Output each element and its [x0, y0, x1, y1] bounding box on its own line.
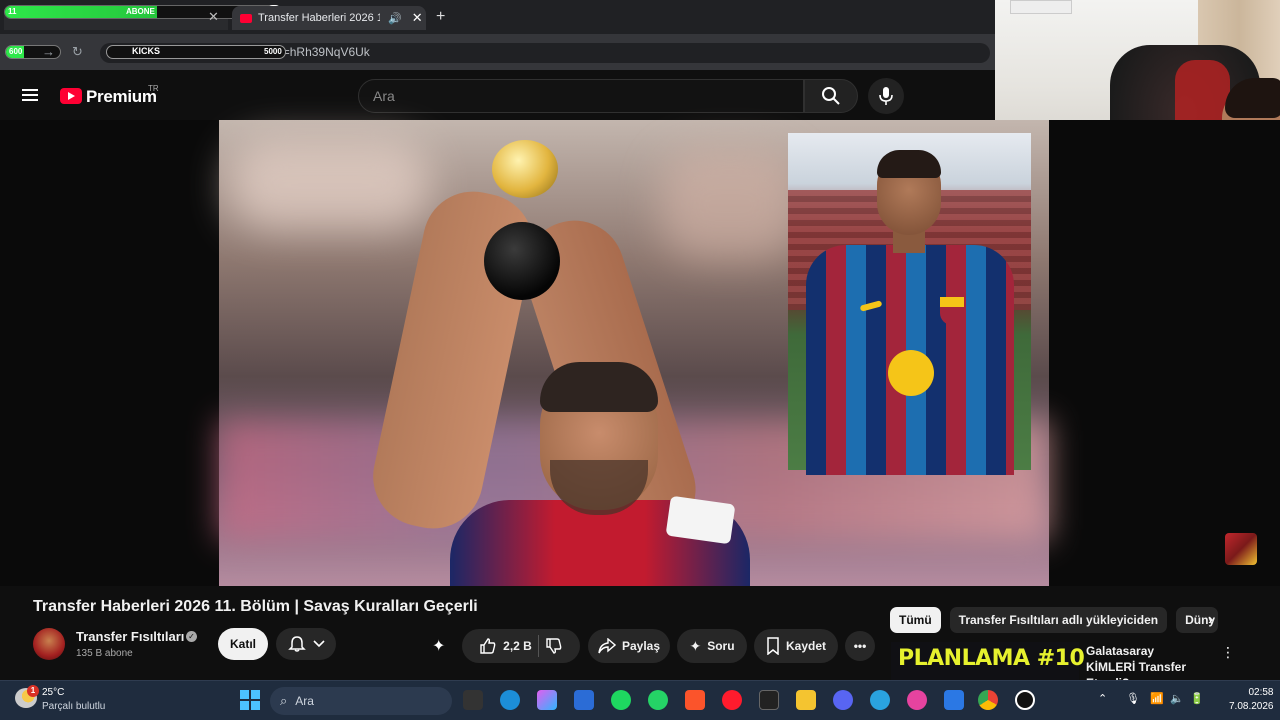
recommended-thumbnail-text: PLANLAMA #10: [898, 646, 1085, 671]
chip-all[interactable]: Tümü: [890, 607, 941, 633]
join-button[interactable]: Katıl: [218, 628, 268, 660]
menu-icon[interactable]: [22, 89, 38, 101]
ai-sparkle-icon[interactable]: ✦: [432, 636, 445, 656]
opera-icon[interactable]: [722, 690, 742, 710]
youtube-favicon-icon: [240, 13, 252, 23]
battery-icon[interactable]: 🔋: [1190, 692, 1204, 705]
tab-2-active[interactable]: Transfer Haberleri 2026 11. 🔊 ✕: [232, 6, 426, 30]
search-icon: [822, 87, 840, 105]
video-title: Transfer Haberleri 2026 11. Bölüm | Sava…: [33, 598, 478, 615]
kebab-menu-icon[interactable]: ⋮: [1221, 644, 1235, 661]
wifi-icon[interactable]: 📶: [1150, 692, 1164, 705]
save-button[interactable]: Kaydet: [754, 629, 838, 663]
bell-icon: [287, 636, 306, 652]
trophy-base: [484, 222, 560, 300]
edge-icon[interactable]: [500, 690, 520, 710]
webcam-ac-unit: [1010, 0, 1072, 14]
like-icon[interactable]: [479, 637, 497, 655]
trophy-ball: [492, 140, 558, 198]
microphone-icon: [879, 87, 893, 105]
like-count[interactable]: 2,2 B: [503, 639, 532, 653]
bookmark-icon: [767, 637, 779, 655]
microphone-tray-icon[interactable]: 🎙: [1126, 692, 1140, 705]
logo-country: TR: [148, 84, 159, 93]
kicks-target: 5000: [264, 47, 282, 56]
channel-name[interactable]: Transfer Fısıltıları: [76, 629, 184, 644]
inset-player-hair: [877, 150, 941, 178]
discord-icon[interactable]: [833, 690, 853, 710]
video-bokeh: [230, 140, 430, 230]
dislike-icon[interactable]: [545, 637, 563, 655]
voice-search-button[interactable]: [868, 78, 904, 114]
video-bokeh: [660, 150, 800, 260]
abone-progress-label: ABONE: [126, 7, 155, 16]
chrome-icon[interactable]: [978, 690, 998, 710]
tab-2-close-icon[interactable]: ✕: [412, 10, 423, 26]
temperature[interactable]: 25°C: [42, 687, 64, 698]
channel-avatar[interactable]: [33, 628, 65, 660]
forward-icon[interactable]: →: [42, 44, 55, 59]
windows-start-icon[interactable]: [240, 690, 260, 710]
tab-1-close-icon[interactable]: ✕: [208, 9, 219, 25]
share-button[interactable]: Paylaş: [588, 629, 670, 663]
overlay-600-label: 600: [9, 47, 23, 56]
youtube-play-icon: [68, 92, 75, 100]
tab-2-title: Transfer Haberleri 2026 11.: [258, 12, 380, 24]
logo-text[interactable]: Premium: [86, 87, 157, 107]
verified-icon: ✓: [186, 631, 197, 642]
ask-label: Soru: [707, 639, 735, 653]
taskbar: [0, 680, 1280, 720]
subscriber-count: 135 B abone: [76, 648, 133, 659]
app-icon[interactable]: [574, 690, 594, 710]
taskbar-search[interactable]: ⌕ Ara: [270, 687, 452, 715]
weather-condition[interactable]: Parçalı bulutlu: [42, 701, 105, 712]
video-player-hair: [540, 362, 658, 412]
filter-chips: Tümü Transfer Fısıltıları adlı yükleyici…: [890, 607, 1219, 633]
obs-icon[interactable]: [1015, 690, 1035, 710]
sparkle-icon: ✦: [689, 637, 702, 654]
weather-badge: 1: [27, 685, 39, 697]
subscribed-bell-button[interactable]: [276, 628, 336, 660]
time: 02:58: [1248, 687, 1274, 698]
telegram-icon[interactable]: [870, 690, 890, 710]
search-box[interactable]: [358, 79, 804, 113]
more-actions-icon[interactable]: •••: [845, 631, 875, 661]
save-label: Kaydet: [785, 639, 826, 653]
date: 7.08.2026: [1229, 701, 1274, 712]
share-label: Paylaş: [621, 639, 661, 653]
like-dislike-group: 2,2 B: [462, 629, 580, 663]
chevron-down-icon: [312, 640, 325, 648]
share-icon: [598, 638, 616, 654]
brave-icon[interactable]: [685, 690, 705, 710]
volume-icon[interactable]: 🔈: [1170, 692, 1184, 705]
chevron-right-icon[interactable]: ›: [1208, 611, 1213, 629]
new-tab-icon[interactable]: +: [436, 8, 445, 26]
file-explorer-icon[interactable]: [796, 690, 816, 710]
barcelona-crest-icon: [940, 297, 964, 325]
opera-gx-icon[interactable]: [907, 690, 927, 710]
spotify-icon[interactable]: [611, 690, 631, 710]
abone-progress-start: 11: [8, 7, 17, 16]
capcut-icon[interactable]: [759, 690, 779, 710]
chip-from-uploader[interactable]: Transfer Fısıltıları adlı yükleyiciden: [949, 607, 1168, 633]
like-divider: [537, 635, 539, 657]
clock[interactable]: 02:58 7.08.2026: [1229, 686, 1274, 714]
whatsapp-icon[interactable]: [648, 690, 668, 710]
ask-button[interactable]: ✦ Soru: [677, 629, 747, 663]
reload-icon[interactable]: ↻: [72, 44, 83, 60]
search-input[interactable]: [359, 80, 803, 112]
copilot-icon[interactable]: [537, 690, 557, 710]
tray-overflow-icon[interactable]: ⌃: [1098, 692, 1107, 705]
mini-thumbnail[interactable]: [1225, 533, 1257, 565]
task-view-icon[interactable]: [463, 690, 483, 710]
tab-audio-icon[interactable]: 🔊: [388, 12, 402, 25]
search-icon: ⌕: [280, 693, 288, 708]
spotify-logo-icon: [888, 350, 934, 396]
search-button[interactable]: [804, 79, 858, 113]
app-icon[interactable]: [944, 690, 964, 710]
kicks-label: KICKS: [132, 46, 161, 56]
taskbar-search-label: Ara: [295, 694, 314, 708]
